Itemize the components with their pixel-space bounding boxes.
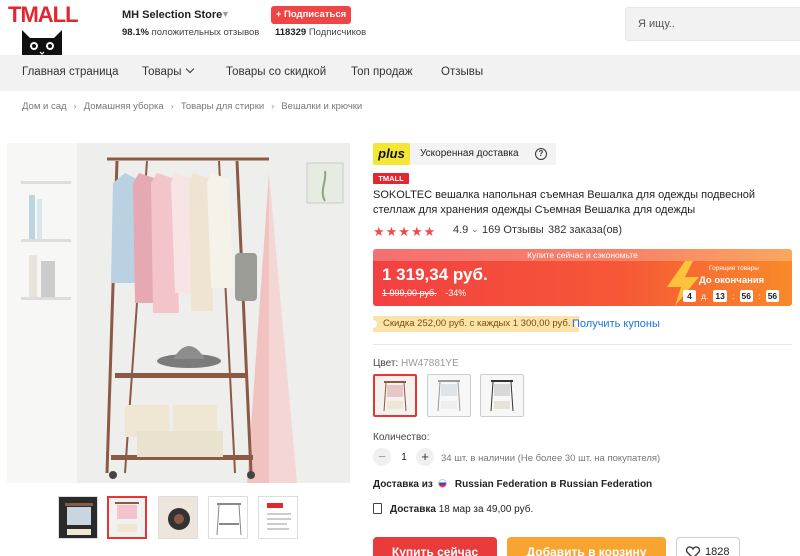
store-name[interactable]: MH Selection Store: [122, 9, 222, 21]
breadcrumb-item[interactable]: Вешалки и крючки: [281, 101, 362, 112]
hot-deals-label: Горящие товары: [709, 265, 759, 272]
nav-top-sales[interactable]: Топ продаж: [351, 66, 413, 78]
thumbnail[interactable]: [208, 496, 248, 539]
thumbnail-image: [159, 497, 197, 538]
clothes-rack-photo: [7, 143, 350, 483]
quantity-increase-button[interactable]: +: [416, 448, 434, 466]
delivery-label: Доставка: [390, 504, 436, 516]
wishlist-button[interactable]: 1828: [676, 537, 740, 556]
timer-days-unit: д.: [701, 291, 709, 301]
thumbnail-image: [59, 497, 97, 538]
nav-products[interactable]: Товары: [142, 64, 194, 78]
promo-banner-text: Купите сейчас и сэкономьте: [373, 249, 792, 261]
heart-icon: [686, 546, 700, 556]
timer-hours: 13: [713, 290, 727, 302]
shipping-label: Доставка из: [373, 479, 433, 490]
orders-count: 382 заказа(ов): [548, 224, 623, 236]
tmall-badge: TMALL: [373, 173, 409, 184]
thumbnail-image: [209, 497, 247, 538]
subscribe-button[interactable]: + Подписаться: [271, 6, 351, 24]
quantity-decrease-button[interactable]: −: [373, 448, 391, 466]
cat-logo-icon: [22, 30, 62, 56]
chevron-down-icon: [185, 64, 194, 74]
color-label-text: Цвет:: [373, 358, 399, 369]
plus-delivery-bar[interactable]: plus Ускоренная доставка ?: [373, 143, 556, 165]
product-main-image[interactable]: [7, 143, 350, 483]
nav-products-label: Товары: [142, 66, 182, 78]
old-price: 1 999,00 руб.: [382, 288, 437, 298]
search-input[interactable]: [625, 7, 800, 41]
store-nav: Главная страница Товары Товары со скидко…: [0, 55, 800, 91]
subscribers-count: 118329 Подписчиков: [275, 27, 366, 38]
current-price: 1 319,34 руб.: [382, 265, 488, 284]
tmall-logo[interactable]: TMALL: [8, 2, 90, 56]
stock-info: 34 шт. в наличии (Не более 30 шт. на пок…: [441, 453, 661, 464]
document-icon: [373, 503, 382, 514]
delivery-info: Доставка 18 мар за 49,00 руб.: [373, 503, 534, 516]
add-to-cart-button[interactable]: Добавить в корзину: [507, 537, 666, 556]
flag-icon: [437, 479, 447, 489]
breadcrumb-item[interactable]: Домашняя уборка: [84, 101, 164, 112]
subscribers-value: 118329: [275, 27, 307, 38]
shipping-origin: Доставка из Russian Federation в Russian …: [373, 479, 652, 490]
product-title: SOKOLTEC вешалка напольная съемная Вешал…: [373, 189, 756, 216]
timer-seconds: 56: [765, 290, 780, 302]
delivery-text: 18 мар за 49,00 руб.: [438, 504, 534, 516]
breadcrumb-item[interactable]: Дом и сад: [22, 101, 67, 112]
breadcrumb: Дом и сад › Домашняя уборка › Товары для сти…: [22, 101, 362, 112]
discount-percent: -34%: [445, 288, 467, 298]
price-promo-banner: Купите сейчас и сэкономьте 1 319,34 руб.…: [373, 249, 792, 306]
feedback-label: положительных отзывов: [151, 27, 260, 38]
countdown-timer: 4 д. 13 : 56 : 56: [683, 290, 780, 302]
old-price-row: 1 999,00 руб. -34%: [382, 288, 466, 298]
divider: [373, 344, 792, 345]
quantity-value[interactable]: 1: [399, 452, 409, 463]
color-variant-selected[interactable]: [373, 374, 417, 417]
chevron-down-icon[interactable]: ⌄: [471, 224, 479, 235]
chevron-right-icon: ›: [271, 101, 275, 112]
thumbnail-selected[interactable]: [107, 496, 147, 539]
help-icon[interactable]: ?: [535, 148, 547, 160]
thumbnail[interactable]: [58, 496, 98, 539]
feedback-value: 98.1%: [122, 27, 149, 38]
reviews-count[interactable]: 169 Отзывы: [482, 224, 544, 236]
buy-now-button[interactable]: Купить сейчас: [373, 537, 497, 556]
rating-value[interactable]: 4.9: [453, 224, 468, 236]
chevron-right-icon: ›: [73, 101, 77, 112]
thumbnail[interactable]: [158, 496, 198, 539]
subscribers-label: Подписчиков: [308, 27, 367, 38]
wishlist-count: 1828: [705, 546, 730, 556]
breadcrumb-item[interactable]: Товары для стирки: [181, 101, 264, 112]
color-variant[interactable]: [480, 374, 524, 417]
timer-separator: :: [732, 291, 735, 301]
plus-delivery-text: Ускоренная доставка: [420, 148, 519, 159]
nav-discounted[interactable]: Товары со скидкой: [226, 66, 326, 78]
chevron-right-icon: ›: [170, 101, 174, 112]
timer-separator: :: [758, 291, 761, 301]
timer-minutes: 56: [739, 290, 753, 302]
color-value: HW47881YE: [400, 358, 459, 369]
ends-label: До окончания: [699, 275, 765, 286]
timer-days: 4: [683, 290, 696, 302]
shipping-route[interactable]: Russian Federation в Russian Federation: [455, 479, 652, 490]
nav-home[interactable]: Главная страница: [22, 66, 119, 78]
store-menu-caret-icon[interactable]: ▼: [221, 9, 230, 19]
coupon-badge: Скидка 252,00 руб. с каждых 1 300,00 руб…: [369, 316, 582, 332]
quantity-label: Количество:: [373, 432, 430, 443]
get-coupons-link[interactable]: Получить купоны: [572, 318, 660, 330]
star-rating-icons: ★★★★★: [373, 224, 437, 239]
logo-text: TMALL: [8, 2, 79, 27]
variant-image: [481, 375, 523, 416]
thumbnail-image: [109, 498, 145, 537]
store-feedback: 98.1% положительных отзывов: [122, 27, 259, 38]
color-label: Цвет: HW47881YE: [373, 358, 459, 369]
variant-image: [375, 376, 415, 415]
thumbnail[interactable]: [258, 496, 298, 539]
top-header: TMALL MH Selection Store ▼ 98.1% положит…: [0, 0, 800, 56]
variant-image: [428, 375, 470, 416]
color-variant[interactable]: [427, 374, 471, 417]
plus-badge: plus: [373, 143, 410, 165]
nav-reviews[interactable]: Отзывы: [441, 66, 483, 78]
thumbnail-image: [259, 497, 297, 538]
